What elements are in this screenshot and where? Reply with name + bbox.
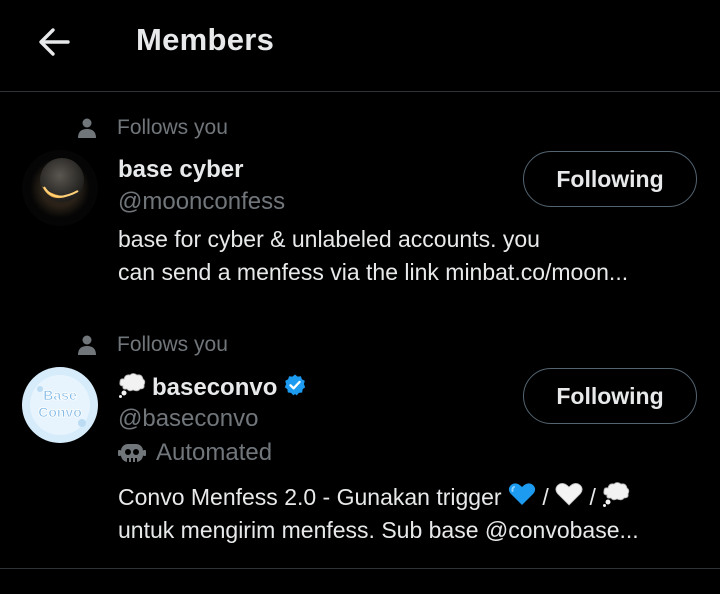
bio-line-2: can send a menfess via the link minbat.c… <box>118 259 629 285</box>
white-heart-icon <box>555 482 583 515</box>
separator: / <box>542 484 549 510</box>
thought-balloon-icon <box>602 481 630 516</box>
robot-icon <box>118 444 146 462</box>
following-button[interactable]: Following <box>523 151 697 207</box>
follows-you-label: Follows you <box>117 116 228 139</box>
automated-label: Automated <box>156 439 273 466</box>
avatar[interactable]: Base Convo <box>22 367 98 443</box>
follows-you-indicator: Follows you <box>78 333 228 357</box>
person-icon <box>78 335 96 355</box>
user-handle[interactable]: @baseconvo <box>118 405 258 433</box>
moon-avatar-icon <box>22 150 98 226</box>
display-name[interactable]: base cyber <box>118 156 243 184</box>
display-name[interactable]: baseconvo <box>152 374 277 402</box>
separator: / <box>589 484 596 510</box>
follows-you-label: Follows you <box>117 333 228 356</box>
person-icon <box>78 118 96 138</box>
blue-heart-icon <box>508 482 536 515</box>
header-divider <box>0 91 720 92</box>
user-handle[interactable]: @moonconfess <box>118 188 285 216</box>
automated-label-row: Automated <box>118 439 272 467</box>
back-arrow-icon[interactable] <box>34 22 74 62</box>
list-divider <box>0 568 720 569</box>
name-row: base cyber <box>118 156 243 184</box>
avatar[interactable] <box>22 150 98 226</box>
svg-text:Base: Base <box>43 387 77 403</box>
following-button[interactable]: Following <box>523 368 697 424</box>
verified-badge-icon[interactable] <box>283 373 307 402</box>
name-row: baseconvo <box>118 372 307 403</box>
bio-line-1: base for cyber & unlabeled accounts. you <box>118 226 540 252</box>
header: Members <box>0 0 720 91</box>
thought-balloon-icon <box>118 372 146 403</box>
bio-line-1: Convo Menfess 2.0 - Gunakan trigger / / <box>118 481 698 516</box>
page-title: Members <box>136 22 275 57</box>
bio-line-2: untuk mengirim menfess. Sub base @convob… <box>118 517 639 543</box>
bio-text: Convo Menfess 2.0 - Gunakan trigger <box>118 484 502 510</box>
follows-you-indicator: Follows you <box>78 116 228 140</box>
svg-text:Convo: Convo <box>38 404 82 420</box>
base-convo-avatar-icon: Base Convo <box>22 367 98 443</box>
